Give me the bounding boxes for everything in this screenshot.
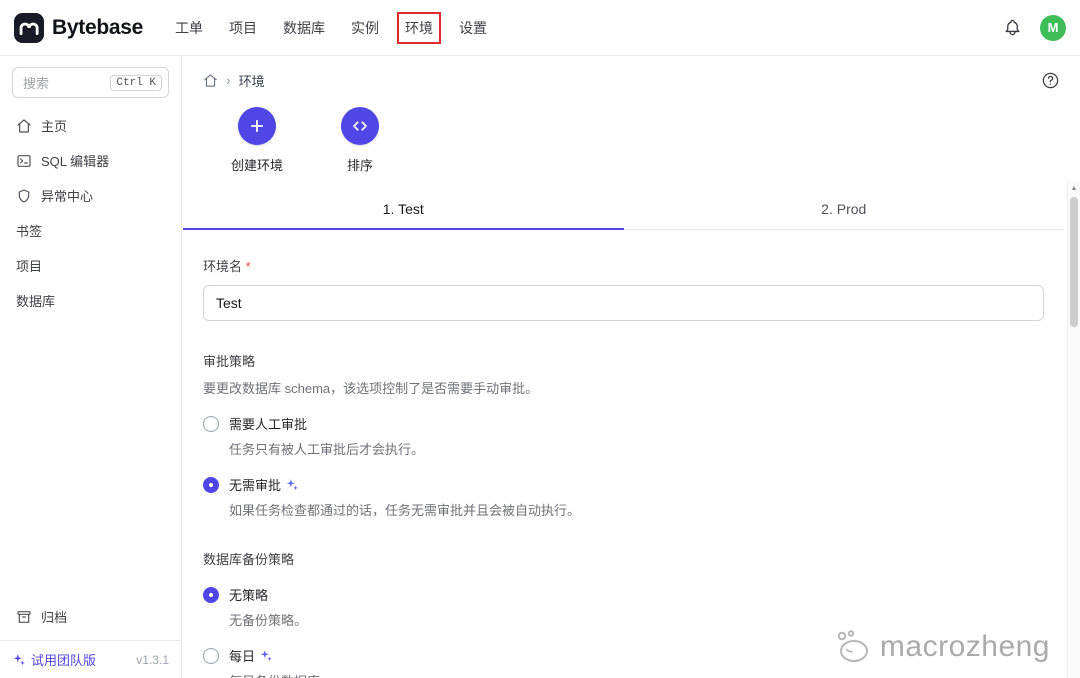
breadcrumb-current: 环境 xyxy=(239,71,265,90)
required-mark: * xyxy=(246,259,251,274)
sidebar-item-anomaly-center[interactable]: 异常中心 xyxy=(0,178,181,213)
sidebar-nav: 主页 SQL 编辑器 异常中心 书签 项目 数据库 xyxy=(0,108,181,318)
approval-policy-description: 要更改数据库 schema，该选项控制了是否需要手动审批。 xyxy=(203,378,1044,397)
option-label: 无策略 xyxy=(229,585,268,604)
sparkle-icon xyxy=(285,478,299,492)
radio-option-no-approval[interactable]: 无需审批 xyxy=(203,475,1044,494)
breadcrumb-home-icon[interactable] xyxy=(203,73,218,88)
option-description: 每日备份数据库。 xyxy=(229,671,1044,678)
sidebar-item-label: SQL 编辑器 xyxy=(41,151,109,170)
nav-item-issues[interactable]: 工单 xyxy=(169,14,209,42)
home-icon xyxy=(16,118,32,134)
radio-option-daily-backup[interactable]: 每日 xyxy=(203,646,1044,665)
reorder-button[interactable]: 排序 xyxy=(341,107,379,174)
archive-icon xyxy=(16,609,32,625)
option-label: 无需审批 xyxy=(229,475,299,494)
brand-name: Bytebase xyxy=(52,16,143,40)
sidebar-item-label: 项目 xyxy=(16,256,42,275)
option-description: 如果任务检查都通过的话，任务无需审批并且会被自动执行。 xyxy=(229,500,1044,519)
sidebar-item-label: 书签 xyxy=(16,221,42,240)
environment-name-label: 环境名 * xyxy=(203,256,1044,275)
help-button[interactable] xyxy=(1041,71,1060,90)
breadcrumb: › 环境 xyxy=(183,57,1080,103)
sidebar-footer: 归档 试用团队版 v1.3.1 xyxy=(0,599,181,678)
bytebase-app: Bytebase 工单 项目 数据库 实例 环境 设置 M 搜索 Ctrl K xyxy=(0,0,1080,678)
navbar-right: M xyxy=(1003,15,1066,41)
nav-item-databases[interactable]: 数据库 xyxy=(277,14,331,42)
radio-option-manual-approval[interactable]: 需要人工审批 xyxy=(203,414,1044,433)
sidebar-item-home[interactable]: 主页 xyxy=(0,108,181,143)
breadcrumb-separator-icon: › xyxy=(226,72,231,88)
radio-icon[interactable] xyxy=(203,587,219,603)
sidebar-item-label: 归档 xyxy=(41,607,67,626)
nav-item-settings[interactable]: 设置 xyxy=(453,14,493,42)
sidebar-item-label: 主页 xyxy=(41,116,67,135)
sidebar-item-archive[interactable]: 归档 xyxy=(0,599,181,634)
radio-icon[interactable] xyxy=(203,416,219,432)
environment-name-input[interactable] xyxy=(203,285,1044,321)
sidebar-item-label: 数据库 xyxy=(16,291,55,310)
action-label: 创建环境 xyxy=(231,155,283,174)
environment-tabs: 1. Test 2. Prod xyxy=(183,190,1064,230)
sparkle-icon xyxy=(259,649,273,663)
search-placeholder: 搜索 xyxy=(23,73,49,92)
bytebase-logo-icon xyxy=(14,13,44,43)
nav-item-projects[interactable]: 项目 xyxy=(223,14,263,42)
option-label: 需要人工审批 xyxy=(229,414,307,433)
tab-prod[interactable]: 2. Prod xyxy=(624,190,1065,230)
search-input[interactable]: 搜索 Ctrl K xyxy=(12,67,169,98)
anomaly-center-icon xyxy=(16,188,32,204)
environment-form: 环境名 * 审批策略 要更改数据库 schema，该选项控制了是否需要手动审批。… xyxy=(183,256,1064,678)
option-description: 任务只有被人工审批后才会执行。 xyxy=(229,439,1044,458)
sidebar-item-database[interactable]: 数据库 xyxy=(0,283,181,318)
plan-row: 试用团队版 v1.3.1 xyxy=(0,640,181,678)
sidebar-item-label: 异常中心 xyxy=(41,186,93,205)
scrollbar[interactable]: ▲ xyxy=(1067,181,1080,678)
sidebar-item-sql-editor[interactable]: SQL 编辑器 xyxy=(0,143,181,178)
option-label: 每日 xyxy=(229,646,273,665)
radio-option-no-backup-policy[interactable]: 无策略 xyxy=(203,585,1044,604)
option-description: 无备份策略。 xyxy=(229,610,1044,629)
radio-icon[interactable] xyxy=(203,648,219,664)
search-shortcut-badge: Ctrl K xyxy=(110,75,162,91)
brand-logo[interactable]: Bytebase xyxy=(14,13,143,43)
top-navbar: Bytebase 工单 项目 数据库 实例 环境 设置 M xyxy=(0,0,1080,56)
sidebar-item-project[interactable]: 项目 xyxy=(0,248,181,283)
sidebar-item-bookmark[interactable]: 书签 xyxy=(0,213,181,248)
backup-policy-title: 数据库备份策略 xyxy=(203,549,1044,568)
sidebar: 搜索 Ctrl K 主页 SQL 编辑器 异常中心 xyxy=(0,57,182,678)
reorder-icon xyxy=(341,107,379,145)
nav-item-environments[interactable]: 环境 xyxy=(399,14,439,42)
primary-nav: 工单 项目 数据库 实例 环境 设置 xyxy=(169,14,493,42)
sparkle-icon xyxy=(12,653,26,667)
radio-icon[interactable] xyxy=(203,477,219,493)
nav-item-instances[interactable]: 实例 xyxy=(345,14,385,42)
tab-test[interactable]: 1. Test xyxy=(183,190,624,230)
user-avatar[interactable]: M xyxy=(1040,15,1066,41)
plus-icon xyxy=(238,107,276,145)
actions-row: 创建环境 排序 xyxy=(183,107,1080,174)
sql-editor-icon xyxy=(16,153,32,169)
scroll-up-arrow[interactable]: ▲ xyxy=(1068,181,1080,195)
plan-badge[interactable]: 试用团队版 xyxy=(31,650,96,669)
action-label: 排序 xyxy=(347,155,373,174)
scroll-thumb[interactable] xyxy=(1070,197,1078,327)
main-content: › 环境 创建环境 排序 1. Test 2. Prod xyxy=(183,57,1080,678)
version-label: v1.3.1 xyxy=(136,653,169,667)
approval-policy-title: 审批策略 xyxy=(203,351,1044,370)
notification-bell-icon[interactable] xyxy=(1003,18,1022,37)
create-environment-button[interactable]: 创建环境 xyxy=(231,107,283,174)
